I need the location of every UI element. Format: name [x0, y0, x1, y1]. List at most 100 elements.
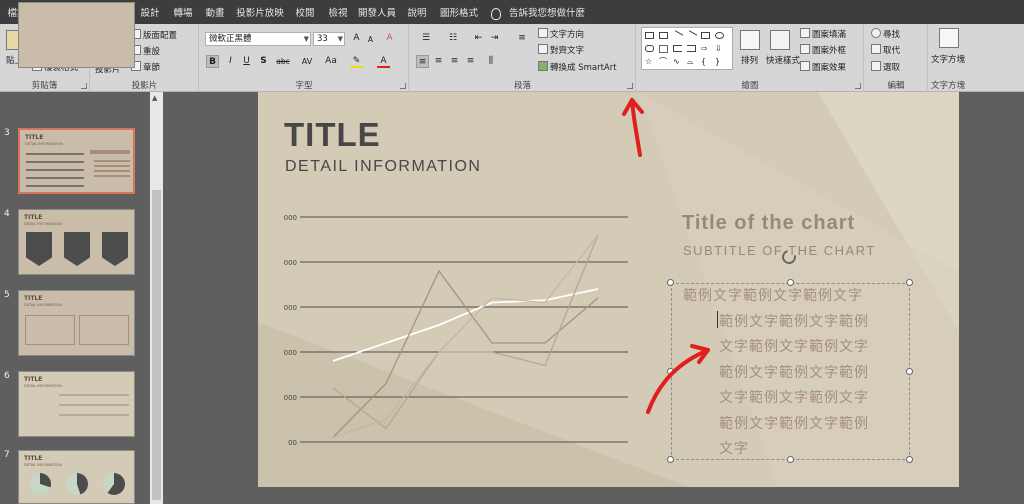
decrease-indent-button[interactable]: ⇤: [472, 32, 485, 45]
text-box-button[interactable]: 文字方塊: [931, 53, 965, 65]
chart-subtitle[interactable]: SUBTITLE OF THE CHART: [683, 243, 876, 258]
numbering-button[interactable]: ☷: [442, 32, 464, 45]
slide-subtitle[interactable]: DETAIL INFORMATION: [285, 158, 481, 176]
font-size-dropdown[interactable]: 33 ▼: [313, 32, 345, 46]
align-text-button[interactable]: 對齊文字: [538, 44, 584, 56]
replace-button[interactable]: 取代: [871, 44, 900, 56]
slide-thumbnail-7[interactable]: TITLE DETAIL INFORMATION: [18, 450, 135, 504]
chart-title[interactable]: Title of the chart: [682, 212, 855, 235]
slide-thumbnail-6[interactable]: TITLE DETAIL INFORMATION: [18, 371, 135, 437]
reset-button[interactable]: 重設: [131, 45, 160, 57]
thumbnail-scrollbar[interactable]: ▲: [150, 92, 163, 504]
rounded-rect-shape-icon[interactable]: [645, 45, 654, 52]
text-shadow-button[interactable]: S: [257, 55, 270, 68]
arrow-down-shape-icon[interactable]: ⇩: [715, 45, 724, 53]
tab-transitions[interactable]: 轉場: [170, 3, 196, 24]
shrink-font-button[interactable]: A: [364, 33, 377, 46]
line-chart[interactable]: 00000000000000000: [278, 207, 638, 452]
align-left-button[interactable]: ≡: [416, 55, 429, 68]
arc-shape-icon[interactable]: ⌓: [687, 58, 696, 66]
star-shape-icon[interactable]: ☆: [645, 58, 654, 66]
oval-shape-icon[interactable]: [715, 32, 724, 39]
quick-styles-icon[interactable]: [770, 30, 790, 50]
char-spacing-button[interactable]: AV: [298, 55, 316, 68]
resize-handle-e[interactable]: [906, 368, 913, 375]
brace-left-shape-icon[interactable]: {: [701, 58, 710, 66]
underline-button[interactable]: U: [240, 55, 253, 68]
shape-outline-button[interactable]: 圖案外框: [800, 44, 846, 56]
arrange-button[interactable]: 排列: [741, 54, 758, 66]
italic-button[interactable]: I: [224, 55, 237, 68]
tab-design[interactable]: 設計: [137, 3, 163, 24]
tab-developer[interactable]: 開發人員: [357, 3, 397, 24]
tell-me-search[interactable]: 告訴我您想做什麼: [491, 3, 585, 24]
resize-handle-w[interactable]: [667, 368, 674, 375]
increase-indent-button[interactable]: ⇥: [488, 32, 501, 45]
find-button[interactable]: 尋找: [871, 28, 900, 40]
convert-smartart-button[interactable]: 轉換成 SmartArt: [538, 61, 617, 73]
select-button[interactable]: 選取: [871, 61, 900, 73]
freeform-shape-icon[interactable]: ∿: [673, 58, 682, 66]
tab-slideshow[interactable]: 投影片放映: [235, 3, 285, 24]
font-name-dropdown[interactable]: 微軟正黑體 ▼: [205, 32, 311, 46]
tab-shape-format[interactable]: 圖形格式: [437, 3, 481, 24]
shapes-gallery[interactable]: ⇨ ⇩ ☆ ⌒ ∿ ⌓ { }: [641, 27, 733, 70]
clipboard-launcher[interactable]: [81, 83, 87, 89]
arrow-right-shape-icon[interactable]: ⇨: [701, 45, 710, 53]
resize-handle-ne[interactable]: [906, 279, 913, 286]
textbox-vertical-icon[interactable]: [659, 32, 668, 39]
section-button[interactable]: 章節: [131, 61, 160, 73]
justify-button[interactable]: ≡: [464, 55, 477, 68]
resize-handle-sw[interactable]: [667, 456, 674, 463]
grow-font-button[interactable]: A: [350, 32, 363, 45]
strikethrough-button[interactable]: abc: [274, 55, 292, 68]
align-right-button[interactable]: ≡: [448, 55, 461, 68]
tab-review[interactable]: 校閱: [292, 3, 318, 24]
slide-thumbnail-5[interactable]: TITLE DETAIL INFORMATION: [18, 290, 135, 356]
rectangle-shape-icon[interactable]: [701, 32, 710, 39]
shape-effects-button[interactable]: 圖案效果: [800, 61, 846, 73]
slide-thumbnail-4[interactable]: TITLE DETAIL INFORMATION: [18, 209, 135, 275]
change-case-button[interactable]: Aa: [322, 55, 340, 68]
layout-button[interactable]: 版面配置: [131, 29, 177, 41]
font-launcher[interactable]: [400, 83, 406, 89]
resize-handle-se[interactable]: [906, 456, 913, 463]
shape-fill-button[interactable]: 圖案填滿: [800, 28, 846, 40]
slide-title[interactable]: TITLE: [284, 116, 381, 154]
text-direction-button[interactable]: 文字方向: [538, 28, 584, 40]
line-shape-icon[interactable]: [671, 30, 684, 41]
tab-animations[interactable]: 動畫: [202, 3, 228, 24]
replace-icon: [871, 44, 881, 54]
brace-right-shape-icon[interactable]: }: [715, 58, 724, 66]
bold-button[interactable]: B: [206, 55, 219, 68]
align-center-button[interactable]: ≡: [432, 55, 445, 68]
elbow-shape-icon[interactable]: [687, 45, 696, 52]
paragraph-launcher[interactable]: [627, 83, 633, 89]
tab-view[interactable]: 檢視: [325, 3, 351, 24]
line-spacing-button[interactable]: ≡: [513, 32, 531, 45]
curve-shape-icon[interactable]: ⌒: [659, 58, 668, 66]
scrollbar-thumb[interactable]: [152, 190, 161, 500]
slide-thumbnail-2[interactable]: [18, 2, 135, 68]
resize-handle-nw[interactable]: [667, 279, 674, 286]
highlight-button[interactable]: ✎: [350, 55, 363, 68]
drawing-launcher[interactable]: [855, 83, 861, 89]
quick-styles-button[interactable]: 快速樣式: [766, 54, 800, 66]
columns-button[interactable]: ⫼: [482, 55, 500, 68]
arrange-icon[interactable]: [740, 30, 760, 50]
resize-handle-s[interactable]: [787, 456, 794, 463]
triangle-shape-icon[interactable]: [659, 44, 668, 53]
textbox-shape-icon[interactable]: [645, 32, 654, 39]
text-box-icon[interactable]: [939, 28, 959, 48]
connector-shape-icon[interactable]: [673, 45, 682, 52]
slide-canvas[interactable]: TITLE DETAIL INFORMATION 00 000 000 000 000 0…: [258, 92, 959, 487]
bullets-button[interactable]: ☰: [415, 32, 437, 45]
selected-text-box[interactable]: 範例文字範例文字範例文字 範例文字範例文字範例 文字範例文字範例文字 範例文字範…: [671, 283, 910, 460]
resize-handle-n[interactable]: [787, 279, 794, 286]
clear-format-button[interactable]: A: [383, 32, 396, 45]
font-color-button[interactable]: A: [377, 55, 390, 68]
slide-thumbnail-3[interactable]: TITLE DETAIL INFORMATION: [18, 128, 135, 194]
scroll-up-icon[interactable]: ▲: [152, 94, 157, 102]
arrow-shape-icon[interactable]: [685, 30, 698, 41]
tab-help[interactable]: 說明: [404, 3, 430, 24]
